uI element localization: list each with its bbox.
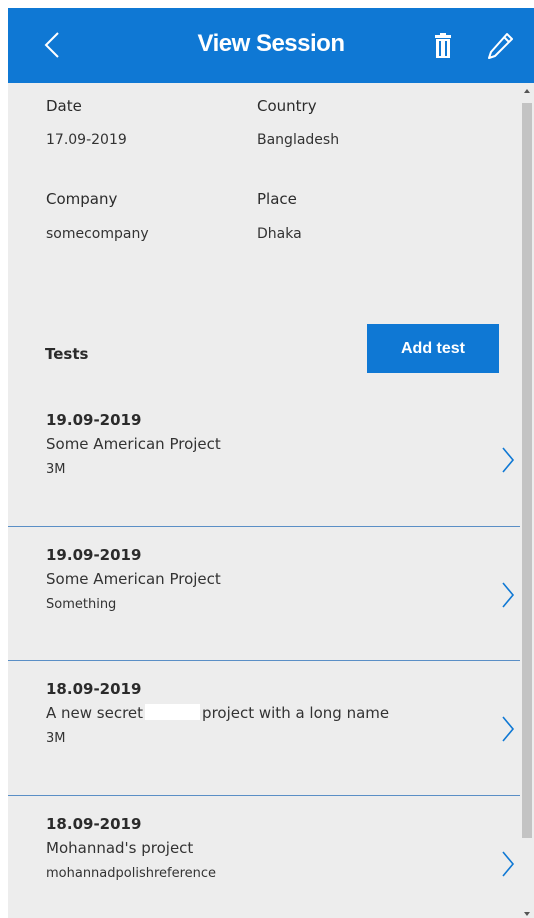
test-reference: mohannadpolishreference [46,866,217,881]
test-name: A new secret project with a long name [46,704,389,722]
company-label: Company [46,190,118,208]
chevron-right-icon [502,851,515,877]
back-chevron-icon[interactable] [40,30,70,60]
add-test-button[interactable]: Add test [367,324,499,373]
page-title: View Session [197,30,345,57]
view-session-screen: View Session Date 17.09-2019 Country Ban… [8,8,534,918]
redacted-block [145,704,201,720]
test-date: 18.09-2019 [46,680,142,698]
date-label: Date [46,97,82,115]
pencil-icon[interactable] [485,31,515,61]
test-name-start: A new secret [46,704,144,722]
test-reference: 3M [46,731,66,746]
test-list-item[interactable]: 19.09-2019 Some American Project 3M [8,392,520,526]
chevron-right-icon [502,582,515,608]
scroll-down-arrow-icon[interactable] [524,912,530,916]
chevron-right-icon [502,716,515,742]
trash-icon[interactable] [431,33,455,59]
company-value: somecompany [46,226,149,242]
vertical-scrollbar[interactable] [520,83,534,918]
test-list-item[interactable]: 18.09-2019 Mohannad's project mohannadpo… [8,796,520,918]
test-name: Mohannad's project [46,839,194,857]
test-list-item[interactable]: 18.09-2019 A new secret project with a lo… [8,661,520,795]
test-date: 18.09-2019 [46,815,142,833]
test-list-item[interactable]: 19.09-2019 Some American Project Somethi… [8,527,520,661]
test-name: Some American Project [46,570,221,588]
scroll-up-arrow-icon[interactable] [524,89,530,93]
country-label: Country [257,97,317,115]
test-date: 19.09-2019 [46,546,142,564]
test-reference: 3M [46,462,66,477]
chevron-right-icon [502,447,515,473]
test-date: 19.09-2019 [46,411,142,429]
date-value: 17.09-2019 [46,132,127,148]
test-name: Some American Project [46,435,221,453]
tests-heading: Tests [45,345,89,363]
place-value: Dhaka [257,226,302,242]
test-reference: Something [46,597,117,612]
scrollbar-thumb[interactable] [522,103,532,838]
test-name-end: project with a long name [202,704,390,722]
country-value: Bangladesh [257,132,340,148]
place-label: Place [257,190,297,208]
header-bar: View Session [8,8,534,83]
